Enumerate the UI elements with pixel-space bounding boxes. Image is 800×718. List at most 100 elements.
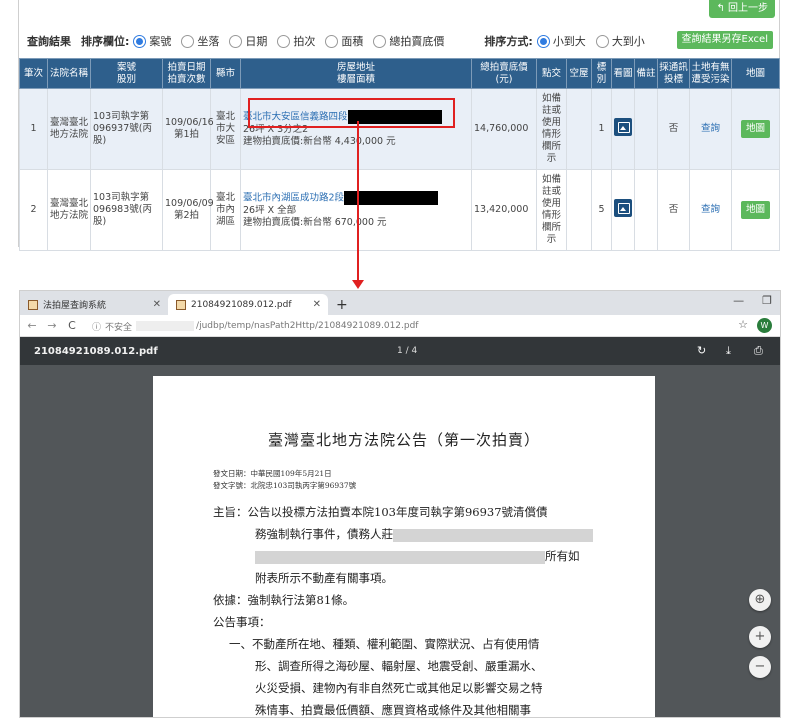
radio-label: 面積 [341,35,364,48]
favicon-icon [28,299,38,310]
radio-label: 案號 [149,35,172,48]
vacant [566,88,592,170]
tab-auction-search[interactable]: 法拍屋查詢系統 ✕ [20,294,168,315]
reload-icon[interactable]: C [64,319,80,332]
view-image-cell [611,169,635,251]
results-table: 筆次 法院名稱 案號 股別 拍賣日期 拍賣次數 縣市 房屋地址 樓層面積 總拍賣… [19,58,780,251]
image-icon[interactable] [614,118,632,136]
round-value: 第1拍 [173,129,200,140]
sort-order-desc-radio[interactable]: 大到小 [595,33,645,49]
back-button[interactable]: ↰ 回上一步 [709,0,775,18]
image-icon[interactable] [614,199,632,217]
sort-field-area-radio[interactable]: 面積 [325,33,363,49]
rotate-icon[interactable]: ↻ [697,344,706,357]
map-button[interactable]: 地圖 [740,201,770,219]
document-title: 臺灣臺北地方法院公告（第一次拍賣） [267,431,540,449]
document-ref: 發文字號：北院忠103司執丙字第96937號 [213,481,357,490]
sort-field-location-radio[interactable]: 坐落 [181,33,219,49]
pollution-query-link[interactable]: 查詢 [701,123,720,134]
pollution-query-link[interactable]: 查詢 [701,204,720,215]
pdf-page: 臺灣臺北地方法院公告（第一次拍賣） 發文日期：中華民國109年5月21日 發文字… [153,376,655,717]
row-no: 1 [19,88,48,170]
sort-order-label: 排序方式: [484,35,533,48]
radio-label: 總拍賣底價 [389,35,445,48]
minimize-icon[interactable]: — [733,294,744,307]
pollution-cell: 查詢 [689,169,732,251]
label-no: 5 [591,169,612,251]
auction-results-panel: ↰ 回上一步 查詢結果 排序欄位: 案號 坐落 日期 拍次 面積 總拍賣底價 排… [18,0,780,251]
pollution-cell: 查詢 [689,88,732,170]
forward-arrow-icon[interactable]: → [44,319,60,332]
radio-icon [595,34,609,48]
map-button[interactable]: 地圖 [740,120,770,138]
col-header: 房屋地址 樓層面積 [240,58,472,89]
radio-icon [277,34,291,48]
tab-pdf[interactable]: 21084921089.012.pdf ✕ [168,294,328,315]
url-field[interactable]: ⓘ 不安全 /judbp/temp/nasPath2Http/210849210… [92,318,730,334]
tab-bar: 法拍屋查詢系統 ✕ 21084921089.012.pdf ✕ + — ❐ [20,291,780,315]
radio-label: 小到大 [552,35,586,48]
body-line: 附表所示不動產有關事項。 [255,571,393,585]
sort-field-case-radio[interactable]: 案號 [133,33,171,49]
arrow-down-icon [352,280,364,289]
bookmark-star-icon[interactable]: ☆ [738,318,748,331]
body-line: 一、不動產所在地、種類、權利範圍、實際狀況、占有使用情 [229,637,540,651]
radio-label: 坐落 [197,35,220,48]
back-arrow-icon[interactable]: ← [24,319,40,332]
body-line: 務強制執行事件，債務人莊 [255,526,593,542]
court-name: 臺灣臺北地方法院 [47,169,91,251]
body-line: 火災受損、建物內有非自然死亡或其他足以影響交易之特 [255,681,543,695]
date-value: 109/06/09 [165,198,214,209]
col-header: 備註 [634,58,658,89]
insecure-label: 不安全 [105,322,133,333]
address-bar: ← → C ⓘ 不安全 /judbp/temp/nasPath2Http/210… [20,315,780,337]
col-header: 案號 股別 [90,58,163,89]
zoom-out-button[interactable]: − [749,656,771,678]
body-line: 形、調查所得之海砂屋、輻射屋、地震受創、嚴重漏水、 [255,659,543,673]
case-number: 103司執字第096983號(丙股) [90,169,163,251]
browser-window: 法拍屋查詢系統 ✕ 21084921089.012.pdf ✕ + — ❐ ← → … [19,290,781,718]
address-text: 臺北市內湖區成功路2段 [243,192,345,204]
auction-date: 109/06/09 第2拍 [162,169,214,251]
sort-field-date-radio[interactable]: 日期 [229,33,267,49]
restore-icon[interactable]: ❐ [762,294,772,307]
view-image-cell [611,88,635,170]
radio-label: 大到小 [611,35,645,48]
query-result-label: 查詢結果 [27,35,71,48]
body-line: 依據：強制執行法第81條。 [213,593,355,607]
info-icon[interactable]: ⓘ [92,320,101,333]
building-price: 建物拍賣底價:新台幣 4,430,000 元 [243,136,396,147]
body-text: 務強制執行事件，債務人莊 [255,527,393,541]
col-header: 土地有無 遭受污染 [689,58,732,89]
address-link[interactable]: 臺北市內湖區成功路2段 [243,191,469,205]
export-excel-button[interactable]: 查詢結果另存Excel [676,31,773,49]
round-value: 第2拍 [173,210,200,221]
sort-order-asc-radio[interactable]: 小到大 [536,33,586,49]
body-line: 殊情事、拍賣最低價額、應買資格或條件及其他相關事 [255,703,531,717]
redacted-text [255,550,545,564]
col-header: 空屋 [566,58,592,89]
radio-icon [325,34,339,48]
close-tab-icon[interactable]: ✕ [153,299,161,310]
floor-area: 26坪 X 全部 [243,205,297,216]
col-header: 地圖 [731,58,780,89]
date-value: 109/06/16 [165,117,214,128]
download-icon[interactable]: ⤓ [726,344,731,358]
fit-page-button[interactable]: ⊕ [749,589,771,611]
total-price: 14,760,000 [471,88,537,170]
close-tab-icon[interactable]: ✕ [313,299,321,310]
remark [634,88,658,170]
print-icon[interactable]: ⎙ [754,344,763,358]
new-tab-button[interactable]: + [336,297,348,313]
sort-field-price-radio[interactable]: 總拍賣底價 [373,33,444,49]
court-name: 臺灣臺北地方法院 [47,88,91,170]
favicon-icon [176,299,186,310]
label-no: 1 [591,88,612,170]
sort-field-round-radio[interactable]: 拍次 [277,33,315,49]
comm-bid: 否 [657,169,690,251]
radio-selected-icon [536,34,550,48]
zoom-in-button[interactable]: + [749,626,771,648]
body-line: 公告事項： [213,615,271,629]
radio-icon [181,34,195,48]
profile-avatar[interactable]: W [757,318,772,333]
